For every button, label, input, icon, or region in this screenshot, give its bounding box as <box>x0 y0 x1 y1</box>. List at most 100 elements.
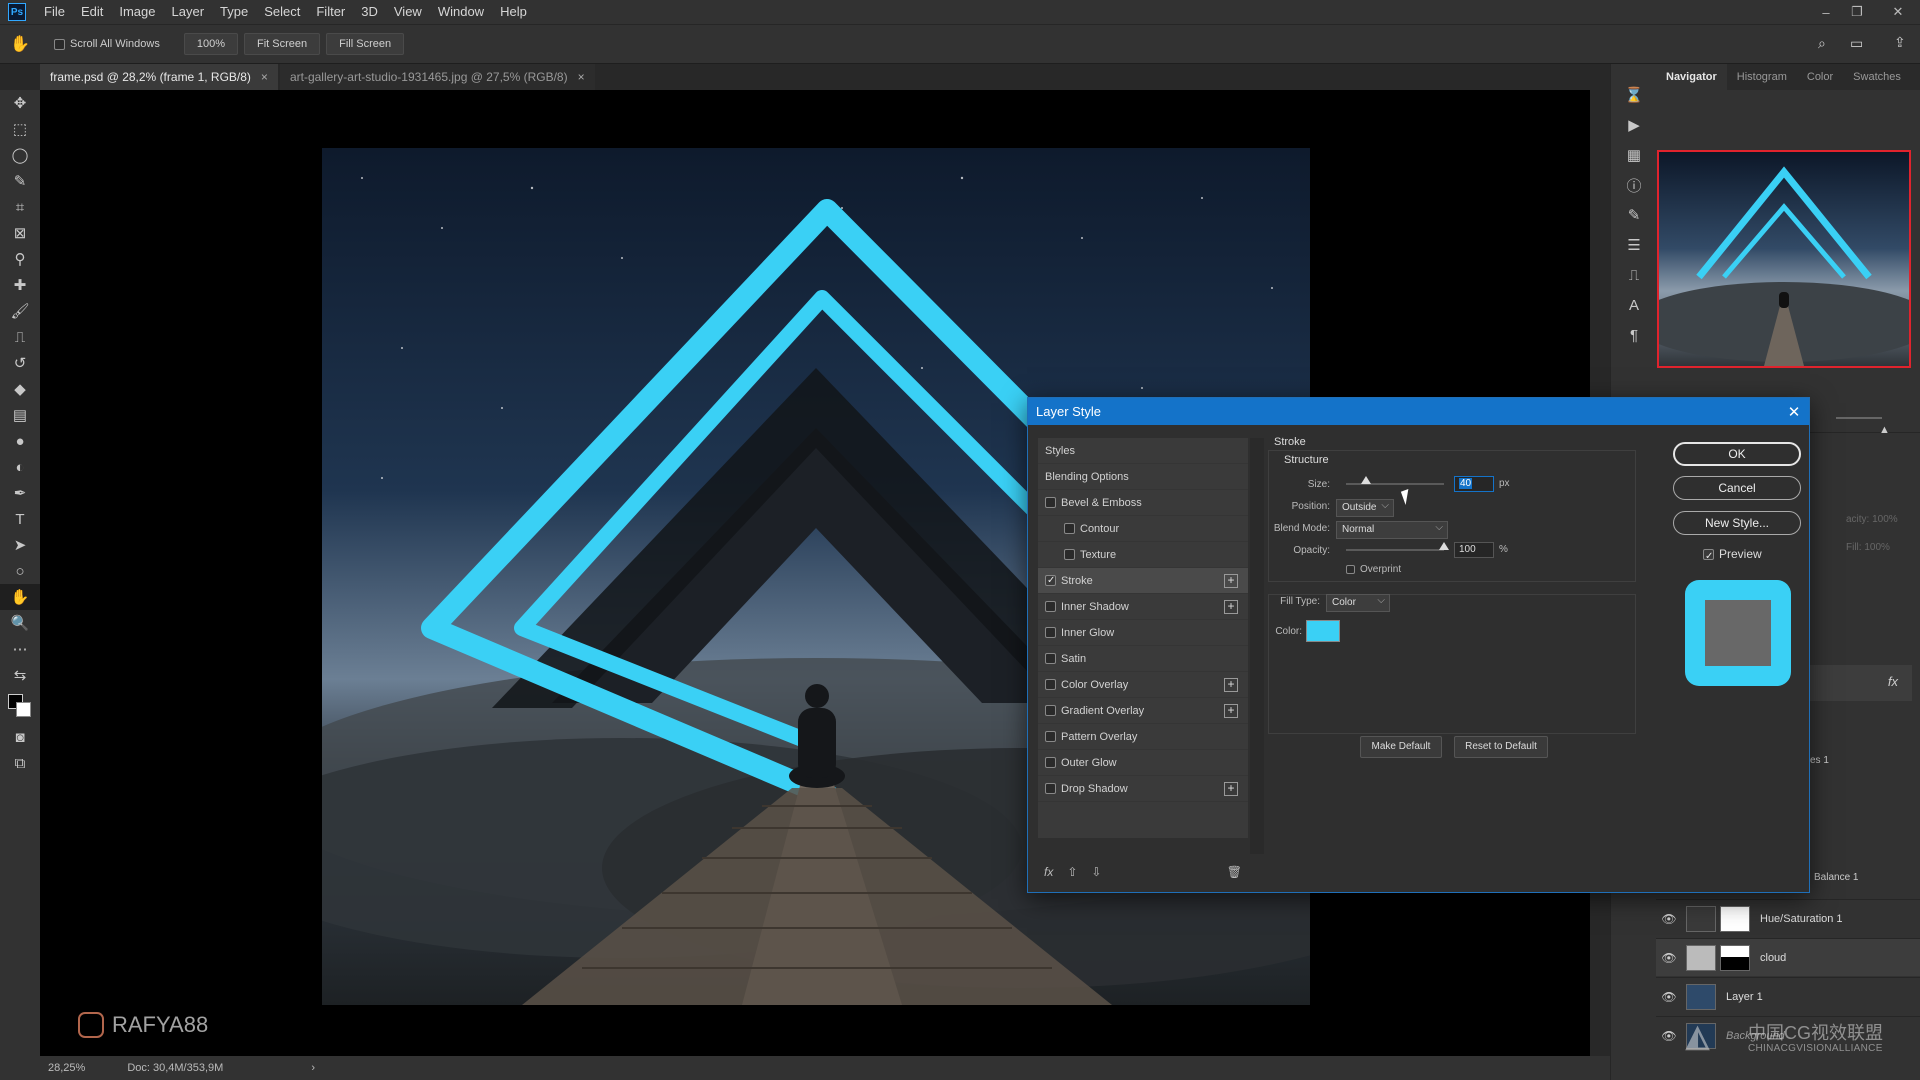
screen-mode-icon[interactable]: ⧉ <box>0 750 40 776</box>
adjustments-icon[interactable]: ☰ <box>1611 230 1657 260</box>
layer-opacity-partial[interactable]: acity: 100% <box>1846 514 1898 525</box>
visibility-eye-icon[interactable]: 👁 <box>1656 951 1682 965</box>
eyedropper-tool-icon[interactable]: ⚲ <box>0 246 40 272</box>
crop-tool-icon[interactable]: ⌗ <box>0 194 40 220</box>
fit-screen-button[interactable]: Fit Screen <box>244 33 321 55</box>
close-tab-icon[interactable]: × <box>261 70 268 84</box>
hand-tool-icon[interactable]: ✋ <box>0 584 40 610</box>
gradient-tool-icon[interactable]: ▤ <box>0 402 40 428</box>
checkbox-icon[interactable] <box>1064 523 1075 534</box>
style-item-color-overlay[interactable]: Color Overlay + <box>1038 672 1248 698</box>
tab-navigator[interactable]: Navigator <box>1656 64 1727 90</box>
layer-fill-partial[interactable]: Fill: 100% <box>1846 542 1890 553</box>
overprint-checkbox[interactable]: Overprint <box>1346 564 1401 575</box>
menu-help[interactable]: Help <box>492 0 535 24</box>
search-icon[interactable]: ⌕ <box>1818 35 1826 52</box>
preview-checkbox[interactable]: Preview <box>1703 547 1762 561</box>
cancel-button[interactable]: Cancel <box>1673 476 1801 500</box>
menu-3d[interactable]: 3D <box>353 0 386 24</box>
add-effect-icon[interactable]: + <box>1224 677 1238 692</box>
reset-to-default-button[interactable]: Reset to Default <box>1454 736 1548 758</box>
layer-row-cloud[interactable]: 👁 cloud <box>1656 938 1920 976</box>
menu-file[interactable]: File <box>36 0 73 24</box>
checkbox-icon[interactable] <box>1045 705 1056 716</box>
tab-color[interactable]: Color <box>1797 64 1843 90</box>
stroke-color-swatch[interactable] <box>1306 620 1340 642</box>
checkbox-icon[interactable] <box>1045 575 1056 586</box>
blur-tool-icon[interactable]: ● <box>0 428 40 454</box>
checkbox-icon[interactable] <box>1045 757 1056 768</box>
checkbox-icon[interactable] <box>1064 549 1075 560</box>
healing-tool-icon[interactable]: ✚ <box>0 272 40 298</box>
dialog-close-icon[interactable]: ✕ <box>1779 403 1809 421</box>
checkbox-icon[interactable] <box>1045 653 1056 664</box>
menu-filter[interactable]: Filter <box>308 0 353 24</box>
layer-row-layer1[interactable]: 👁 Layer 1 <box>1656 977 1920 1015</box>
history-brush-icon[interactable]: ↺ <box>0 350 40 376</box>
add-effect-icon[interactable]: + <box>1224 703 1238 718</box>
dialog-titlebar[interactable]: Layer Style ✕ <box>1028 398 1809 425</box>
style-item-texture[interactable]: Texture <box>1038 542 1248 568</box>
style-item-contour[interactable]: Contour <box>1038 516 1248 542</box>
add-effect-icon[interactable]: + <box>1224 599 1238 614</box>
opacity-slider-knob[interactable] <box>1439 542 1449 550</box>
zoom-100-button[interactable]: 100% <box>183 33 238 55</box>
status-arrow-icon[interactable]: › <box>311 1062 315 1074</box>
selected-layer-partial[interactable]: fx <box>1808 665 1912 701</box>
style-item-drop-shadow[interactable]: Drop Shadow + <box>1038 776 1248 802</box>
restore-icon[interactable]: ❐ <box>1845 0 1869 24</box>
tab-histogram[interactable]: Histogram <box>1727 64 1797 90</box>
share-icon[interactable]: ⇪ <box>1894 34 1906 51</box>
path-select-icon[interactable]: ➤ <box>0 532 40 558</box>
lasso-tool-icon[interactable]: ◯ <box>0 142 40 168</box>
brush-settings-icon[interactable]: ✎ <box>1611 200 1657 230</box>
ellipse-tool-icon[interactable]: ○ <box>0 558 40 584</box>
type-tool-icon[interactable]: T <box>0 506 40 532</box>
menu-layer[interactable]: Layer <box>164 0 213 24</box>
make-default-button[interactable]: Make Default <box>1360 736 1442 758</box>
pen-tool-icon[interactable]: ✒ <box>0 480 40 506</box>
menu-edit[interactable]: Edit <box>73 0 111 24</box>
menu-image[interactable]: Image <box>111 0 163 24</box>
color-swatches-icon[interactable] <box>0 688 40 724</box>
new-style-button[interactable]: New Style... <box>1673 511 1801 535</box>
move-up-icon[interactable]: ⇧ <box>1067 865 1077 879</box>
move-down-icon[interactable]: ⇩ <box>1091 865 1101 879</box>
quick-select-tool-icon[interactable]: ✎ <box>0 168 40 194</box>
add-effect-icon[interactable]: + <box>1224 573 1238 588</box>
style-item-outer-glow[interactable]: Outer Glow <box>1038 750 1248 776</box>
visibility-eye-icon[interactable]: 👁 <box>1656 1029 1682 1043</box>
styles-scrollbar[interactable] <box>1250 438 1264 854</box>
add-effect-icon[interactable]: + <box>1224 781 1238 796</box>
panel-menu-icon[interactable]: ≡ <box>1911 64 1920 90</box>
trash-icon[interactable]: 🗑 <box>1227 865 1242 879</box>
visibility-eye-icon[interactable]: 👁 <box>1656 990 1682 1004</box>
style-item-pattern-overlay[interactable]: Pattern Overlay <box>1038 724 1248 750</box>
checkbox-icon[interactable] <box>1045 679 1056 690</box>
fill-type-select[interactable]: Color <box>1326 593 1390 612</box>
style-item-stroke[interactable]: Stroke + <box>1038 568 1248 594</box>
style-item-gradient-overlay[interactable]: Gradient Overlay + <box>1038 698 1248 724</box>
navigator-preview[interactable] <box>1657 150 1911 368</box>
layer-row-hue-saturation[interactable]: 👁 Hue/Saturation 1 <box>1656 899 1920 937</box>
checkbox-icon[interactable] <box>1045 601 1056 612</box>
history-icon[interactable]: ⌛ <box>1611 80 1657 110</box>
tab-swatches[interactable]: Swatches <box>1843 64 1911 90</box>
clone-source-icon[interactable]: ⎍ <box>1611 260 1657 290</box>
menu-view[interactable]: View <box>386 0 430 24</box>
ok-button[interactable]: OK <box>1673 442 1801 466</box>
visibility-eye-icon[interactable]: 👁 <box>1656 912 1682 926</box>
marquee-tool-icon[interactable]: ⬚ <box>0 116 40 142</box>
scroll-all-windows-checkbox[interactable]: Scroll All Windows <box>54 38 160 50</box>
paragraph-icon[interactable]: ¶ <box>1611 320 1657 350</box>
style-item-satin[interactable]: Satin <box>1038 646 1248 672</box>
tab-frame-psd[interactable]: frame.psd @ 28,2% (frame 1, RGB/8) × <box>40 64 278 90</box>
fill-screen-button[interactable]: Fill Screen <box>326 33 405 55</box>
frame-tool-icon[interactable]: ⊠ <box>0 220 40 246</box>
size-slider-knob[interactable] <box>1361 476 1371 484</box>
learn-icon[interactable]: ▦ <box>1611 140 1657 170</box>
minimize-icon[interactable]: – <box>1814 0 1838 24</box>
zoom-tool-icon[interactable]: 🔍 <box>0 610 40 636</box>
actions-play-icon[interactable]: ▶ <box>1611 110 1657 140</box>
layer-fx-icon[interactable]: fx <box>1888 674 1898 689</box>
